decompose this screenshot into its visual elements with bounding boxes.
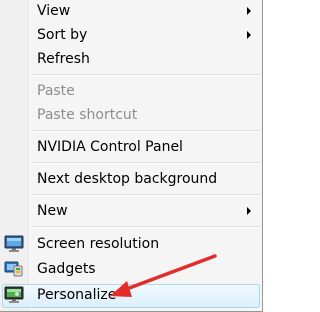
menu-item-view-label: View — [37, 3, 71, 19]
gadgets-icon — [4, 260, 24, 278]
submenu-arrow-icon — [247, 7, 251, 15]
menu-item-personalize[interactable]: Personalize — [0, 284, 262, 308]
menu-separator — [32, 130, 260, 132]
menu-item-new[interactable]: New — [0, 200, 262, 224]
menu-item-screen-resolution[interactable]: Screen resolution — [0, 233, 262, 257]
menu-item-refresh-label: Refresh — [37, 51, 90, 67]
menu-item-sort-by[interactable]: Sort by — [0, 24, 262, 48]
menu-separator — [32, 194, 260, 196]
menu-item-next-bg-label: Next desktop background — [37, 171, 218, 187]
menu-item-paste-shortcut: Paste shortcut — [0, 104, 262, 128]
menu-item-nvidia-label: NVIDIA Control Panel — [37, 139, 183, 155]
menu-item-nvidia-control-panel[interactable]: NVIDIA Control Panel — [0, 136, 262, 160]
menu-item-personalize-label: Personalize — [37, 287, 117, 303]
menu-item-sort-by-label: Sort by — [37, 27, 88, 43]
submenu-arrow-icon — [247, 207, 251, 215]
submenu-arrow-icon — [247, 31, 251, 39]
desktop-context-menu: View Sort by Refresh Paste Paste shortcu… — [0, 0, 263, 312]
menu-separator — [32, 74, 260, 76]
menu-item-paste-label: Paste — [37, 83, 75, 99]
menu-item-new-label: New — [37, 203, 68, 219]
menu-item-gadgets-label: Gadgets — [37, 261, 96, 277]
personalize-icon — [4, 286, 24, 304]
menu-item-refresh[interactable]: Refresh — [0, 48, 262, 72]
menu-item-view[interactable]: View — [0, 0, 262, 24]
menu-item-paste-shortcut-label: Paste shortcut — [37, 107, 138, 123]
menu-item-gadgets[interactable]: Gadgets — [0, 258, 262, 282]
menu-separator — [32, 162, 260, 164]
menu-item-paste: Paste — [0, 80, 262, 104]
monitor-icon — [4, 235, 24, 253]
menu-item-screen-resolution-label: Screen resolution — [37, 236, 160, 252]
menu-item-next-desktop-background[interactable]: Next desktop background — [0, 168, 262, 192]
menu-separator — [32, 226, 260, 228]
